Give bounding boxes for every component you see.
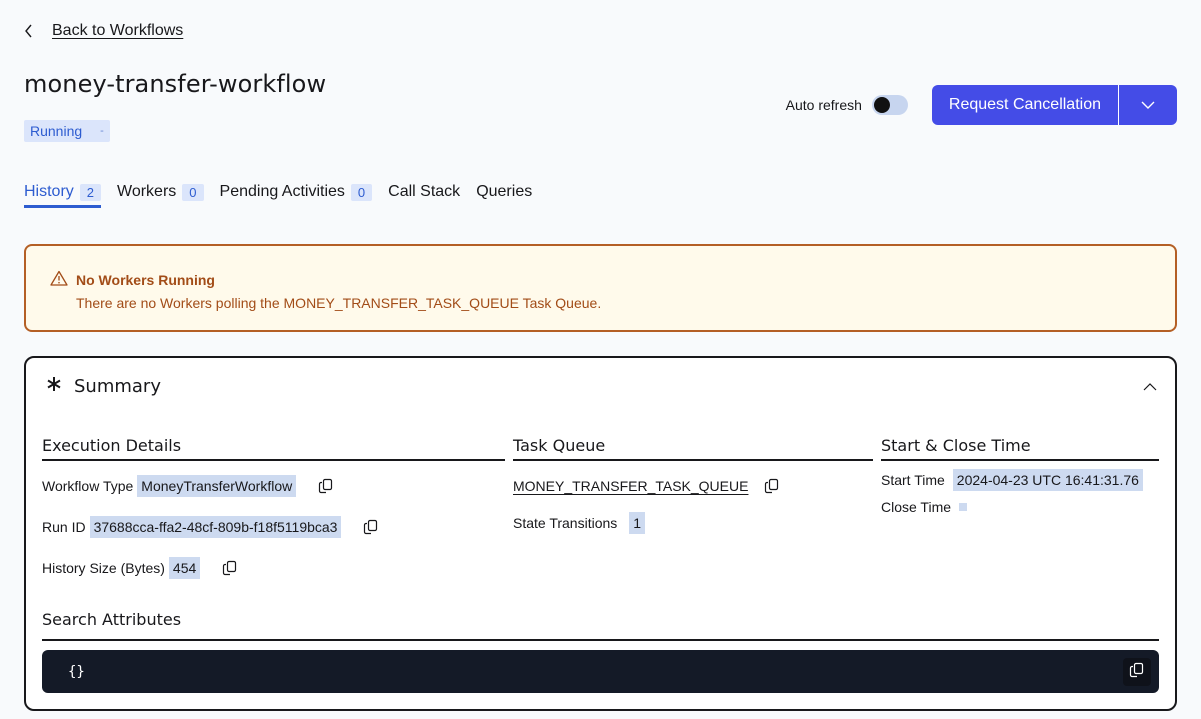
chevron-left-icon <box>24 20 38 42</box>
workflow-type-label: Workflow Type <box>42 478 134 494</box>
close-time-label: Close Time <box>881 499 952 515</box>
back-to-workflows-link[interactable]: Back to Workflows <box>24 20 183 42</box>
search-attributes-value: {} <box>68 663 85 680</box>
execution-details-title: Execution Details <box>42 436 505 461</box>
no-workers-alert: No Workers Running There are no Workers … <box>24 244 1177 332</box>
warning-icon <box>50 270 68 289</box>
tab-queries[interactable]: Queries <box>476 180 532 204</box>
more-actions-dropdown[interactable] <box>1119 85 1177 125</box>
search-attributes-code: {} <box>42 650 1159 693</box>
state-transitions-row: State Transitions 1 <box>513 512 873 534</box>
asterisk-icon <box>46 376 62 397</box>
copy-icon <box>1129 662 1145 682</box>
start-time-row: Start Time 2024-04-23 UTC 16:41:31.76 <box>881 469 1159 491</box>
copy-icon[interactable] <box>222 560 238 576</box>
summary-title: Summary <box>74 376 161 397</box>
summary-header[interactable]: Summary <box>46 376 161 397</box>
run-id-value: 37688cca-ffa2-48cf-809b-f18f5119bca3 <box>89 516 342 538</box>
copy-icon[interactable] <box>764 478 780 494</box>
tab-count: 0 <box>350 183 373 201</box>
copy-code-button[interactable] <box>1123 658 1151 686</box>
state-transitions-label: State Transitions <box>513 515 618 531</box>
summary-panel: Summary Execution Details Workflow Type … <box>24 356 1177 711</box>
history-size-value: 454 <box>168 557 201 579</box>
chevron-down-icon <box>1141 96 1155 114</box>
task-queue-title: Task Queue <box>513 436 873 461</box>
history-size-label: History Size (Bytes) <box>42 560 165 576</box>
search-attributes-title: Search Attributes <box>42 610 1159 641</box>
tab-count: 0 <box>182 183 204 201</box>
state-transitions-value: 1 <box>629 512 646 534</box>
execution-details: Execution Details Workflow Type MoneyTra… <box>42 436 505 579</box>
tab-bar: History 2 Workers 0 Pending Activities 0… <box>24 180 532 208</box>
collapse-summary-button[interactable] <box>1143 378 1157 396</box>
tab-label: History <box>24 183 74 200</box>
tab-label: Call Stack <box>388 183 461 200</box>
toggle-knob <box>873 97 890 113</box>
start-close-time-section: Start & Close Time Start Time 2024-04-23… <box>881 436 1159 515</box>
close-time-row: Close Time <box>881 499 1159 515</box>
tab-label: Pending Activities <box>219 183 345 200</box>
search-attributes-section: Search Attributes <box>42 610 1159 641</box>
header-actions: Auto refresh Request Cancellation <box>786 85 1177 125</box>
tab-workers[interactable]: Workers 0 <box>117 180 204 204</box>
auto-refresh-toggle[interactable] <box>871 95 908 115</box>
workflow-type-value: MoneyTransferWorkflow <box>137 475 297 497</box>
auto-refresh-label: Auto refresh <box>785 97 862 113</box>
task-queue-row: MONEY_TRANSFER_TASK_QUEUE <box>513 478 873 494</box>
start-time-value: 2024-04-23 UTC 16:41:31.76 <box>952 469 1143 491</box>
tab-call-stack[interactable]: Call Stack <box>388 180 460 204</box>
close-time-value <box>959 503 968 511</box>
status-label: Running <box>30 123 83 139</box>
back-link-label: Back to Workflows <box>52 22 184 39</box>
tab-pending-activities[interactable]: Pending Activities 0 <box>220 180 373 204</box>
start-close-time-title: Start & Close Time <box>881 436 1159 461</box>
history-size-row: History Size (Bytes) 454 <box>42 557 505 579</box>
tab-count: 2 <box>79 183 102 201</box>
chevron-up-icon <box>1143 378 1157 395</box>
workflow-type-row: Workflow Type MoneyTransferWorkflow <box>42 475 505 497</box>
task-queue-section: Task Queue MONEY_TRANSFER_TASK_QUEUE Sta… <box>513 436 873 534</box>
page-title: money-transfer-workflow <box>24 70 327 98</box>
status-extra: - <box>100 125 104 137</box>
run-id-label: Run ID <box>42 519 86 535</box>
tab-label: Queries <box>476 183 533 200</box>
copy-icon[interactable] <box>363 519 379 535</box>
request-cancellation-button[interactable]: Request Cancellation <box>931 85 1118 125</box>
run-id-row: Run ID 37688cca-ffa2-48cf-809b-f18f5119b… <box>42 516 505 538</box>
copy-icon[interactable] <box>318 478 334 494</box>
start-time-label: Start Time <box>881 472 945 488</box>
status-badge: Running - <box>24 120 110 142</box>
auto-refresh: Auto refresh <box>786 95 908 115</box>
task-queue-link[interactable]: MONEY_TRANSFER_TASK_QUEUE <box>513 478 748 494</box>
alert-title: No Workers Running <box>76 271 215 288</box>
alert-message: There are no Workers polling the MONEY_T… <box>76 295 602 311</box>
cancellation-split-button: Request Cancellation <box>931 85 1177 125</box>
tab-history[interactable]: History 2 <box>24 180 102 208</box>
tab-label: Workers <box>117 183 177 200</box>
